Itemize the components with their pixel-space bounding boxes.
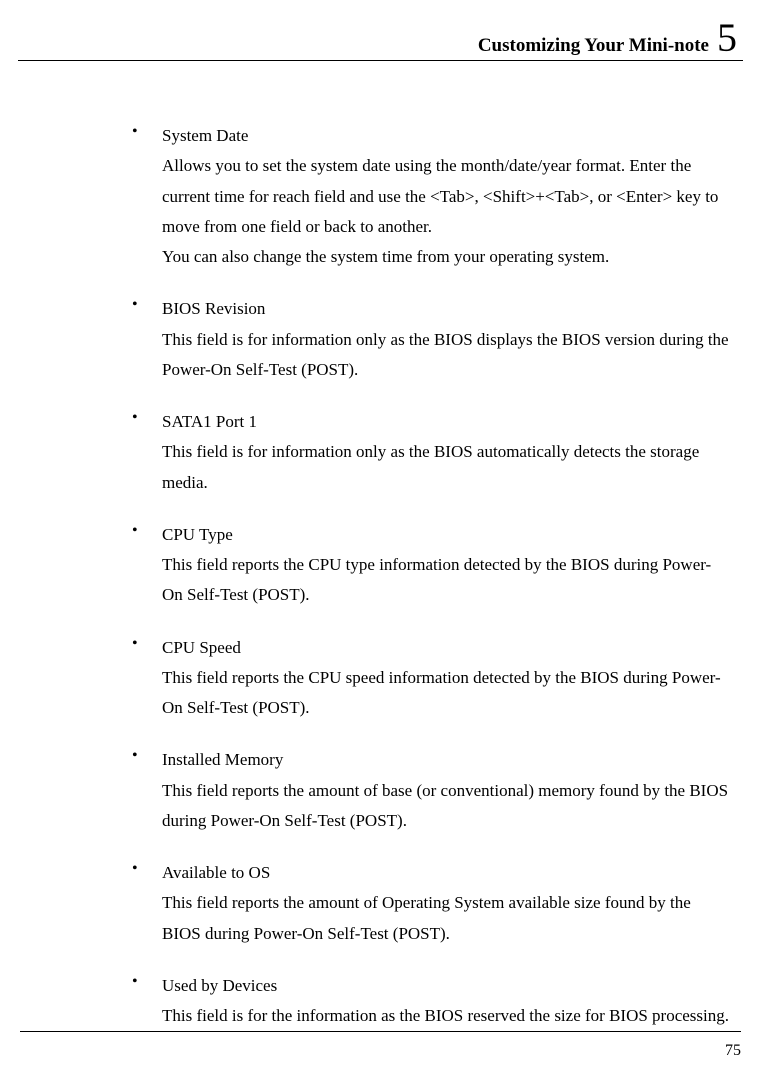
item-description: Allows you to set the system date using … (162, 151, 731, 242)
content-area: • System Date Allows you to set the syst… (18, 121, 743, 1031)
item-title: Available to OS (162, 858, 731, 888)
list-item-text: Used by Devices This field is for the in… (162, 971, 731, 1032)
page-header: Customizing Your Mini-note 5 (18, 18, 743, 61)
chapter-number: 5 (717, 15, 737, 60)
list-item: • Used by Devices This field is for the … (124, 971, 731, 1032)
bullet-icon: • (124, 745, 162, 836)
list-item-text: CPU Type This field reports the CPU type… (162, 520, 731, 611)
item-description: This field reports the CPU speed informa… (162, 663, 731, 724)
list-item-text: CPU Speed This field reports the CPU spe… (162, 633, 731, 724)
item-title: BIOS Revision (162, 294, 731, 324)
list-item-text: System Date Allows you to set the system… (162, 121, 731, 272)
item-description: This field is for information only as th… (162, 437, 731, 498)
list-item-text: Installed Memory This field reports the … (162, 745, 731, 836)
item-description: This field is for information only as th… (162, 325, 731, 386)
item-title: CPU Type (162, 520, 731, 550)
bullet-icon: • (124, 294, 162, 385)
item-description: This field reports the amount of Operati… (162, 888, 731, 949)
header-title: Customizing Your Mini-note (478, 35, 709, 56)
bullet-icon: • (124, 121, 162, 272)
page-number: 75 (725, 1042, 741, 1059)
list-item: • BIOS Revision This field is for inform… (124, 294, 731, 385)
bullet-icon: • (124, 407, 162, 498)
list-item: • Installed Memory This field reports th… (124, 745, 731, 836)
item-title: Installed Memory (162, 745, 731, 775)
list-item: • SATA1 Port 1 This field is for informa… (124, 407, 731, 498)
list-item: • Available to OS This field reports the… (124, 858, 731, 949)
item-description-extra: You can also change the system time from… (162, 242, 731, 272)
list-item-text: BIOS Revision This field is for informat… (162, 294, 731, 385)
list-item-text: SATA1 Port 1 This field is for informati… (162, 407, 731, 498)
item-description: This field is for the information as the… (162, 1001, 731, 1031)
list-item-text: Available to OS This field reports the a… (162, 858, 731, 949)
bullet-icon: • (124, 633, 162, 724)
page-footer: 75 (20, 1031, 741, 1060)
item-title: Used by Devices (162, 971, 731, 1001)
item-description: This field reports the amount of base (o… (162, 776, 731, 837)
item-title: System Date (162, 121, 731, 151)
list-item: • CPU Speed This field reports the CPU s… (124, 633, 731, 724)
document-page: Customizing Your Mini-note 5 • System Da… (0, 0, 761, 1078)
item-description: This field reports the CPU type informat… (162, 550, 731, 611)
list-item: • System Date Allows you to set the syst… (124, 121, 731, 272)
bullet-icon: • (124, 520, 162, 611)
item-title: CPU Speed (162, 633, 731, 663)
item-title: SATA1 Port 1 (162, 407, 731, 437)
bullet-icon: • (124, 858, 162, 949)
bullet-icon: • (124, 971, 162, 1032)
list-item: • CPU Type This field reports the CPU ty… (124, 520, 731, 611)
